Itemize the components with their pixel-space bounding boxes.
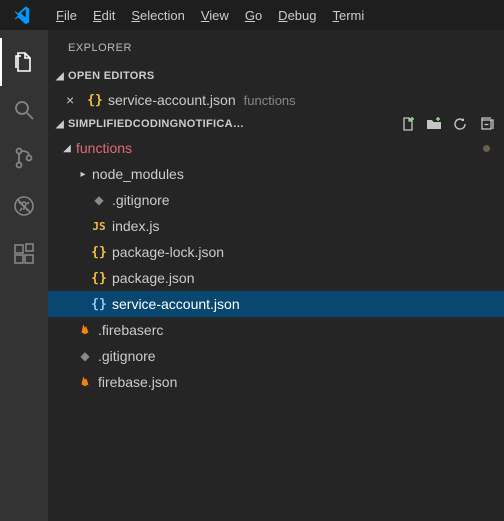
open-editor-item[interactable]: × {} service-account.json functions bbox=[48, 87, 504, 113]
activity-search[interactable] bbox=[0, 86, 48, 134]
file-item[interactable]: ▸{}package.json bbox=[48, 265, 504, 291]
json-icon: {} bbox=[86, 93, 104, 108]
explorer-sidebar: EXPLORER ◢ OPEN EDITORS × {} service-accou… bbox=[48, 30, 504, 521]
fire-icon bbox=[76, 322, 94, 339]
workspace-label: SIMPLIFIEDCODINGNOTIFICA… bbox=[68, 118, 244, 130]
sidebar-title: EXPLORER bbox=[48, 30, 504, 65]
git-icon: ◆ bbox=[90, 193, 108, 207]
json-icon: {} bbox=[90, 245, 108, 260]
item-label: node_modules bbox=[92, 166, 184, 182]
activity-debug[interactable] bbox=[0, 182, 48, 230]
file-item[interactable]: ▸{}service-account.json bbox=[48, 291, 504, 317]
open-editors-list: × {} service-account.json functions bbox=[48, 87, 504, 113]
refresh-button[interactable] bbox=[452, 116, 468, 132]
chevron-down-icon: ◢ bbox=[60, 143, 74, 154]
activity-explorer[interactable] bbox=[0, 38, 48, 86]
new-folder-button[interactable] bbox=[426, 116, 442, 132]
item-label: package-lock.json bbox=[112, 244, 224, 260]
file-item[interactable]: ◆ .gitignore bbox=[48, 343, 504, 369]
activity-source-control[interactable] bbox=[0, 134, 48, 182]
vscode-logo bbox=[0, 5, 48, 25]
chevron-down-icon: ◢ bbox=[52, 71, 68, 82]
item-label: .firebaserc bbox=[98, 322, 163, 338]
menu-debug[interactable]: Debug bbox=[270, 4, 324, 27]
fire-icon bbox=[76, 374, 94, 391]
json-icon: {} bbox=[90, 297, 108, 312]
file-label: service-account.json bbox=[108, 92, 236, 108]
workspace-header[interactable]: ◢ SIMPLIFIEDCODINGNOTIFICA… bbox=[48, 113, 504, 135]
file-item[interactable]: ▸{}package-lock.json bbox=[48, 239, 504, 265]
file-tree: ◢functions▸node_modules▸◆.gitignore▸JSin… bbox=[48, 135, 504, 395]
file-desc: functions bbox=[244, 93, 296, 108]
item-label: package.json bbox=[112, 270, 195, 286]
activity-extensions[interactable] bbox=[0, 230, 48, 278]
git-icon: ◆ bbox=[76, 349, 94, 363]
file-item[interactable]: .firebaserc bbox=[48, 317, 504, 343]
open-editors-header[interactable]: ◢ OPEN EDITORS bbox=[48, 65, 504, 87]
menubar: FileEditSelectionViewGoDebugTermi bbox=[0, 0, 504, 30]
chevron-right-icon: ▸ bbox=[76, 169, 90, 180]
js-icon: JS bbox=[90, 220, 108, 233]
item-label: functions bbox=[76, 140, 132, 156]
file-item[interactable]: ▸◆.gitignore bbox=[48, 187, 504, 213]
file-item[interactable]: firebase.json bbox=[48, 369, 504, 395]
activity-bar bbox=[0, 30, 48, 521]
menu-go[interactable]: Go bbox=[237, 4, 270, 27]
folder-item[interactable]: ◢functions bbox=[48, 135, 504, 161]
item-label: .gitignore bbox=[112, 192, 170, 208]
menu-view[interactable]: View bbox=[193, 4, 237, 27]
item-label: service-account.json bbox=[112, 296, 240, 312]
collapse-all-button[interactable] bbox=[478, 116, 494, 132]
open-editors-label: OPEN EDITORS bbox=[68, 70, 155, 82]
modified-indicator bbox=[483, 145, 490, 152]
item-label: firebase.json bbox=[98, 374, 177, 390]
item-label: index.js bbox=[112, 218, 159, 234]
menu-selection[interactable]: Selection bbox=[123, 4, 192, 27]
json-icon: {} bbox=[90, 271, 108, 286]
new-file-button[interactable] bbox=[400, 116, 416, 132]
file-item[interactable]: ▸JSindex.js bbox=[48, 213, 504, 239]
chevron-down-icon: ◢ bbox=[52, 119, 68, 130]
menu-terminal[interactable]: Termi bbox=[324, 4, 372, 27]
menu-file[interactable]: File bbox=[48, 4, 85, 27]
item-label: .gitignore bbox=[98, 348, 156, 364]
menu-edit[interactable]: Edit bbox=[85, 4, 123, 27]
close-icon[interactable]: × bbox=[66, 92, 82, 108]
folder-item[interactable]: ▸node_modules bbox=[48, 161, 504, 187]
